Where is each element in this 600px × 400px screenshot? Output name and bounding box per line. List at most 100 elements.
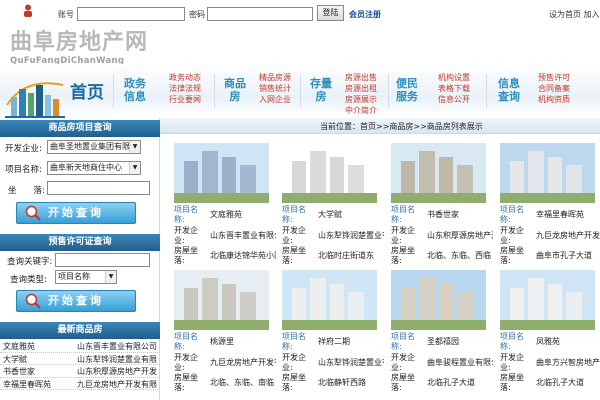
project-photo[interactable] [391,270,486,330]
permit-search-button[interactable]: 开始查询 [16,290,136,312]
project-location: 北临静轩西路 [318,378,366,387]
list-item-name: 大学赋 [3,354,27,364]
keyword-input[interactable] [55,253,150,267]
developer-field-label: 开发企业: [282,353,306,372]
project-photo[interactable] [500,143,595,203]
project-developer: 九巨龙房地产开发有限公司 [536,231,600,240]
query-type-select[interactable]: 项目名称 ▼ [55,270,117,284]
project-photo[interactable] [500,270,595,330]
chevron-down-icon: ▼ [129,162,140,174]
nav-link[interactable]: 中介简介 [341,105,381,116]
project-name[interactable]: 桃源里 [210,336,234,347]
project-name-label: 项目名称: [174,205,198,224]
login-button[interactable]: 登陆 [317,5,344,21]
nav-link[interactable]: 法律法规 [160,83,210,94]
project-card[interactable]: 项目名称: 幸福里春晖苑开发企业: 九巨龙房地产开发有限公司房屋坐落: 曲阜市孔子大道 [498,143,600,273]
project-location: 北临孔子大道 [427,378,475,387]
nav-link[interactable]: 房源出售 [341,72,381,83]
nav-link[interactable]: 表格下载 [434,83,474,94]
project-developer: 山东晋丰置业有限公司 [210,231,276,240]
nav-link[interactable]: 房源展示 [341,94,381,105]
permit-query-title: 预售许可证查询 [0,234,160,251]
new-house-list: 文庭雅苑 山东晋丰置业有限公司 大学赋 山东犁铧润楚置业有限 书香世家 山东积厚… [0,340,160,390]
homepage-favorite-links[interactable]: 设为首页 加入收藏 [549,9,600,20]
site-logo[interactable]: 曲阜房地产网 QuFuFangDiChanWang [10,24,148,66]
project-developer: 曲阜骏程置业有限公司 [427,358,493,367]
list-item[interactable]: 书香世家 山东积厚源房地产开发 [0,365,160,378]
nav-link[interactable]: 政务动态 [160,72,210,83]
nav-link[interactable]: 销售统计 [255,83,295,94]
sidebar: 商品房项目查询 开发企业: 曲阜圣地置业集团有限公司 ▼ 项目名称: 曲阜新天地… [0,118,160,400]
project-select[interactable]: 曲阜新天地商住中心 ▼ [47,161,141,175]
project-photo[interactable] [174,270,269,330]
nav-home[interactable]: 首页 [70,78,104,103]
project-card[interactable]: 项目名称: 凤雅苑开发企业: 曲阜方兴智房地产开发房屋坐落: 北临孔子大道 [498,270,600,400]
nav-cat-stock-house[interactable]: 存量房 [308,77,334,103]
list-item[interactable]: 大学赋 山东犁铧润楚置业有限 [0,353,160,365]
list-item-name: 幸福里春晖苑 [3,379,51,389]
nav-sub-new-house: 精品房源 销售统计 入网企业 [255,72,295,105]
list-item-company: 山东晋丰置业有限公司 [77,342,157,351]
list-item[interactable]: 文庭雅苑 山东晋丰置业有限公司 [0,340,160,353]
project-name[interactable]: 大学赋 [318,209,342,220]
project-name[interactable]: 书香世家 [427,209,459,220]
developer-field-label: 开发企业: [174,226,198,245]
developer-select[interactable]: 曲阜圣地置业集团有限公司 ▼ [47,140,141,154]
project-name-label: 项目名称: [500,332,524,351]
nav-link[interactable]: 房源出租 [341,83,381,94]
developer-field-label: 开发企业: [500,226,524,245]
project-name-label: 项目名称: [500,205,524,224]
nav-cat-query[interactable]: 信息查询 [496,77,522,103]
project-name[interactable]: 凤雅苑 [536,336,560,347]
project-card[interactable]: 项目名称: 圣都禧园开发企业: 曲阜骏程置业有限公司房屋坐落: 北临孔子大道 [389,270,493,400]
list-item[interactable]: 幸福里春晖苑 九巨龙房地产开发有限 [0,378,160,390]
magnifier-icon [25,205,41,221]
location-input[interactable] [47,181,150,195]
user-icon [24,4,32,17]
list-item-name: 书香世家 [3,367,35,376]
nav-link[interactable]: 入网企业 [255,94,295,105]
account-label: 账号 [58,10,74,19]
project-photo[interactable] [174,143,269,203]
project-name[interactable]: 幸福里春晖苑 [536,209,584,220]
project-name[interactable]: 祥府二期 [318,336,350,347]
project-card[interactable]: 项目名称: 祥府二期开发企业: 山东犁铧润楚置业有限公司房屋坐落: 北临静轩西路 [280,270,384,400]
project-location: 北临康达锦华苑小区 [210,251,276,260]
password-input[interactable] [207,7,313,21]
nav-link[interactable]: 精品房源 [255,72,295,83]
nav-cat-gov[interactable]: 政务信息 [122,77,148,103]
nav-link[interactable]: 信息公开 [434,94,474,105]
project-card[interactable]: 项目名称: 书香世家开发企业: 山东积厚源房地产开发有限房屋坐落: 北临、东临、西临 [389,143,493,273]
project-search-button[interactable]: 开始查询 [16,202,136,224]
register-link[interactable]: 会员注册 [349,9,381,20]
logo-cn: 曲阜房地产网 [10,30,149,55]
query-type-label: 查询类型: [10,275,47,285]
nav-link[interactable]: 行业要闻 [160,94,210,105]
nav-link[interactable]: 机构资质 [534,94,574,105]
project-card[interactable]: 项目名称: 文庭雅苑开发企业: 山东晋丰置业有限公司房屋坐落: 北临康达锦华苑小区 [172,143,276,273]
developer-field-label: 开发企业: [500,353,524,372]
nav-sub-service: 机构设置 表格下载 信息公开 [434,72,474,105]
project-photo[interactable] [282,270,377,330]
nav-link[interactable]: 合同备案 [534,83,574,94]
nav-link[interactable]: 预售许可 [534,72,574,83]
account-input[interactable] [77,7,185,21]
nav-cat-service[interactable]: 便民服务 [394,77,420,103]
project-photo[interactable] [282,143,377,203]
project-card[interactable]: 项目名称: 桃源里开发企业: 九巨龙房地产开发有限公司房屋坐落: 北临、东临、南临 [172,270,276,400]
project-name[interactable]: 文庭雅苑 [210,209,242,220]
project-photo[interactable] [391,143,486,203]
project-location: 北临、东临、西临 [427,251,491,260]
breadcrumb-text[interactable]: 当前位置：首页>>商品房>>商品房列表展示 [320,121,483,132]
nav-separator [113,74,114,108]
project-name[interactable]: 圣都禧园 [427,336,459,347]
magnifier-icon [25,293,41,309]
location-label: 坐 落: [8,186,45,196]
list-item-name: 文庭雅苑 [3,342,35,351]
project-card[interactable]: 项目名称: 大学赋开发企业: 山东犁铧润楚置业有限公司房屋坐落: 北临时庄街道东 [280,143,384,273]
nav-cat-new-house[interactable]: 商品房 [222,77,248,103]
nav-link[interactable]: 机构设置 [434,72,474,83]
nav-separator [300,74,301,108]
project-developer: 山东犁铧润楚置业有限公司 [318,358,384,367]
project-developer: 九巨龙房地产开发有限公司 [210,358,276,367]
